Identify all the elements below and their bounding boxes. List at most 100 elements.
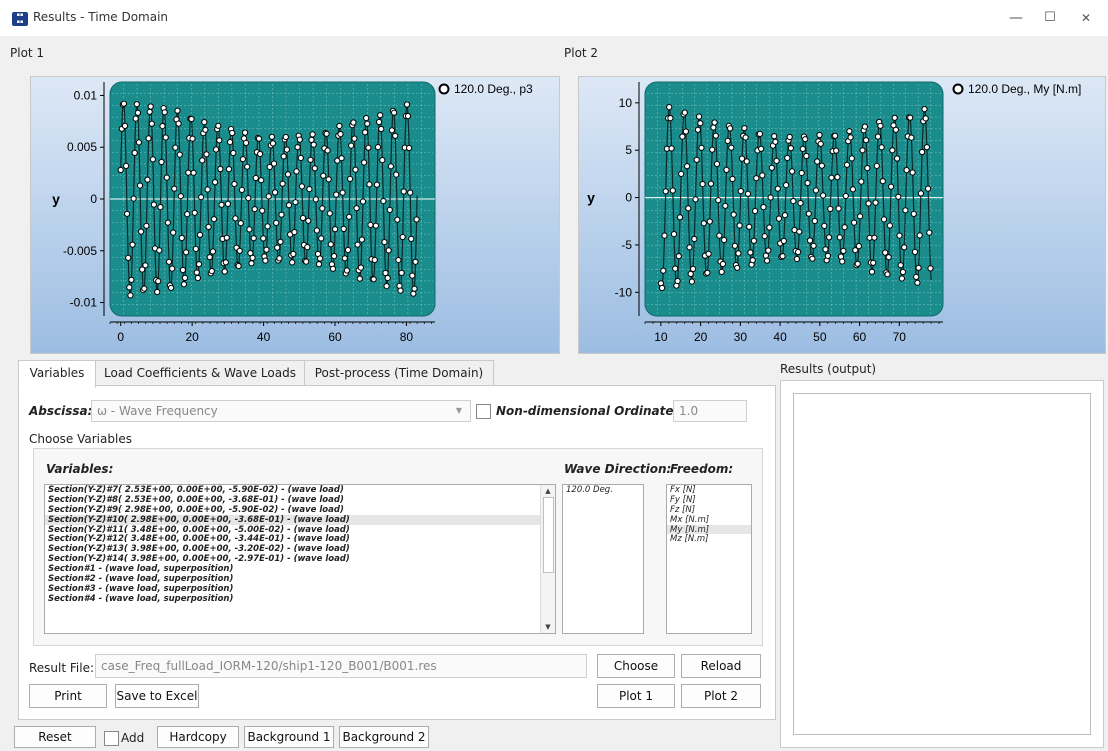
- data-point: [337, 131, 344, 138]
- variable-item[interactable]: Section(Y-Z)#9( 2.98E+00, 0.00E+00, -5.9…: [45, 505, 555, 515]
- freedom-item[interactable]: Mz [N.m]: [667, 534, 751, 545]
- variable-item[interactable]: Section(Y-Z)#8( 2.53E+00, 0.00E+00, -3.6…: [45, 495, 555, 505]
- data-point: [269, 140, 276, 147]
- scroll-up-icon[interactable]: ▲: [541, 485, 555, 497]
- data-point: [709, 146, 716, 153]
- variable-item[interactable]: Section(Y-Z)#13( 3.98E+00, 0.00E+00, -3.…: [45, 544, 555, 554]
- print-button[interactable]: Print: [29, 684, 107, 708]
- tab-load-coefficients[interactable]: Load Coefficients & Wave Loads: [94, 360, 306, 388]
- data-point: [383, 283, 390, 290]
- data-point: [889, 147, 896, 154]
- plot-1-chart[interactable]: 0.01 0.005 0 -0.005 -0.01 0 20 40 60 80 t [s] y 120.…: [31, 77, 557, 365]
- data-point: [255, 135, 263, 142]
- variable-item[interactable]: Section(Y-Z)#14( 3.98E+00, 0.00E+00, -2.…: [45, 554, 555, 564]
- data-point: [892, 126, 899, 133]
- freedom-item[interactable]: Fx [N]: [667, 485, 751, 495]
- data-point: [697, 120, 704, 127]
- save-excel-button[interactable]: Save to Excel: [115, 684, 199, 708]
- hardcopy-button[interactable]: Hardcopy: [157, 726, 239, 748]
- variable-item[interactable]: Section#3 - (wave load, superposition): [45, 584, 555, 594]
- scroll-thumb[interactable]: [543, 497, 554, 573]
- variable-item[interactable]: Section(Y-Z)#11( 3.48E+00, 0.00E+00, -5.…: [45, 525, 555, 535]
- data-point: [927, 265, 934, 272]
- minimize-button[interactable]: —: [1006, 8, 1026, 28]
- data-point: [706, 218, 713, 225]
- data-point: [756, 130, 763, 138]
- result-file-field[interactable]: case_Freq_fullLoad_IORM-120/ship1-120_B0…: [95, 654, 587, 678]
- data-point: [331, 253, 338, 260]
- data-point: [144, 176, 151, 183]
- wave-direction-item[interactable]: 120.0 Deg.: [563, 485, 643, 495]
- abscissa-label: Abscissa:: [29, 404, 93, 418]
- add-checkbox[interactable]: [104, 731, 119, 746]
- close-button[interactable]: ✕: [1076, 8, 1096, 28]
- data-point: [149, 156, 157, 163]
- data-point: [718, 268, 725, 275]
- data-point: [849, 186, 856, 193]
- plot-1-button[interactable]: Plot 1: [597, 684, 675, 708]
- variable-item[interactable]: Section(Y-Z)#10( 2.98E+00, 0.00E+00, -3.…: [45, 514, 555, 525]
- data-point: [148, 120, 155, 127]
- variable-item[interactable]: Section#4 - (wave load, superposition): [45, 594, 555, 604]
- data-point: [805, 210, 812, 217]
- plot-2-frame[interactable]: 1050-5-1010203040506070t [s]y120.0 Deg.,…: [578, 76, 1106, 365]
- data-point: [274, 244, 281, 251]
- data-point: [252, 174, 259, 182]
- data-point: [744, 190, 752, 197]
- nondim-value-field[interactable]: 1.0: [673, 400, 747, 422]
- plot-2-chart[interactable]: 1050-5-1010203040506070t [s]y120.0 Deg.,…: [579, 77, 1103, 365]
- data-point: [868, 268, 876, 275]
- data-point: [332, 226, 339, 233]
- title-bar: ▪▪ ▪▪ Results - Time Domain — ☐ ✕: [0, 0, 1108, 36]
- choose-button[interactable]: Choose: [597, 654, 675, 678]
- data-point: [659, 284, 666, 292]
- data-point: [161, 109, 168, 116]
- freedom-item[interactable]: My [N.m]: [667, 524, 751, 535]
- scroll-down-icon[interactable]: ▼: [541, 621, 555, 633]
- data-point: [142, 262, 149, 269]
- data-point: [192, 245, 199, 252]
- reload-button[interactable]: Reload: [681, 654, 761, 678]
- data-point: [901, 244, 908, 251]
- variable-item[interactable]: Section(Y-Z)#7( 2.53E+00, 0.00E+00, -5.9…: [45, 485, 555, 495]
- results-output-box[interactable]: [793, 393, 1091, 735]
- maximize-button[interactable]: ☐: [1040, 8, 1060, 28]
- tab-variables[interactable]: Variables: [18, 360, 96, 388]
- freedom-item[interactable]: Mx [N.m]: [667, 515, 751, 525]
- tab-post-process[interactable]: Post-process (Time Domain): [304, 360, 494, 388]
- plot-2-button[interactable]: Plot 2: [681, 684, 761, 708]
- freedom-list[interactable]: Fx [N] Fy [N] Fz [N] Mx [N.m] My [N.m] Mz [N.…: [666, 484, 752, 634]
- reset-button[interactable]: Reset: [14, 726, 96, 748]
- abscissa-select[interactable]: ω - Wave Frequency ▼: [91, 400, 471, 422]
- data-point: [363, 115, 370, 122]
- data-point: [232, 215, 239, 222]
- data-point: [364, 120, 371, 127]
- plot-1-frame[interactable]: 0.01 0.005 0 -0.005 -0.01 0 20 40 60 80 t [s] y 120.…: [30, 76, 560, 365]
- data-point: [319, 205, 326, 212]
- data-point: [793, 255, 800, 263]
- background-2-button[interactable]: Background 2: [339, 726, 429, 748]
- variables-scrollbar[interactable]: ▲ ▼: [540, 485, 555, 633]
- data-point: [835, 205, 842, 212]
- variable-item[interactable]: Section(Y-Z)#12( 3.48E+00, 0.00E+00, -3.…: [45, 534, 555, 545]
- data-point: [156, 247, 163, 254]
- variable-item[interactable]: Section#2 - (wave load, superposition): [45, 574, 555, 584]
- variables-list[interactable]: Section(Y-Z)#7( 2.53E+00, 0.00E+00, -5.9…: [44, 484, 556, 634]
- data-point: [738, 155, 746, 162]
- nondim-checkbox[interactable]: [476, 404, 491, 419]
- variable-item[interactable]: Section#1 - (wave load, superposition): [45, 564, 555, 574]
- data-point: [358, 236, 365, 243]
- data-point: [679, 133, 686, 140]
- data-point: [206, 254, 213, 261]
- data-point: [691, 235, 698, 243]
- data-point: [731, 242, 738, 249]
- data-point: [121, 122, 129, 130]
- freedom-item[interactable]: Fy [N]: [667, 495, 751, 505]
- data-point: [834, 174, 841, 181]
- data-point: [787, 145, 794, 152]
- data-point: [894, 155, 901, 162]
- background-1-button[interactable]: Background 1: [244, 726, 334, 748]
- data-point: [169, 265, 176, 272]
- freedom-item[interactable]: Fz [N]: [667, 505, 751, 515]
- wave-direction-list[interactable]: 120.0 Deg.: [562, 484, 644, 634]
